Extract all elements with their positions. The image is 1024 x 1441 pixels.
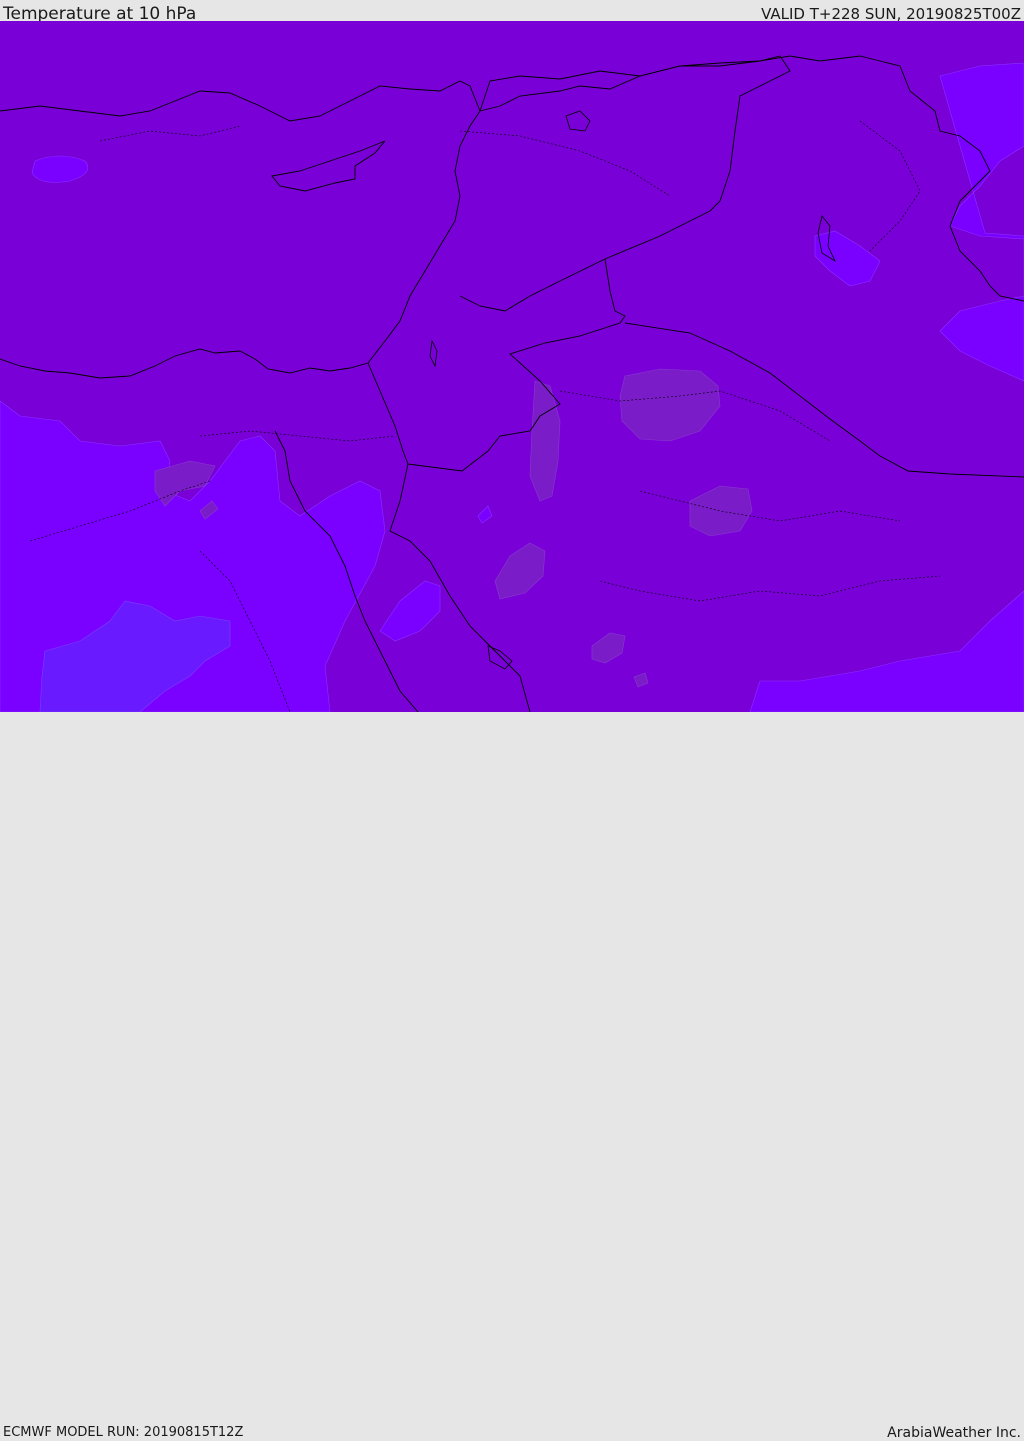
brand-credit: ArabiaWeather Inc. xyxy=(887,1425,1021,1441)
footer-bar: ECMWF MODEL RUN: 20190815T12Z ArabiaWeat… xyxy=(0,712,1024,1441)
model-run: ECMWF MODEL RUN: 20190815T12Z xyxy=(3,1425,244,1440)
temperature-map xyxy=(0,21,1024,712)
weather-map-frame: Temperature at 10 hPa VALID T+228 SUN, 2… xyxy=(0,0,1024,1441)
header-bar: Temperature at 10 hPa VALID T+228 SUN, 2… xyxy=(0,0,1024,24)
